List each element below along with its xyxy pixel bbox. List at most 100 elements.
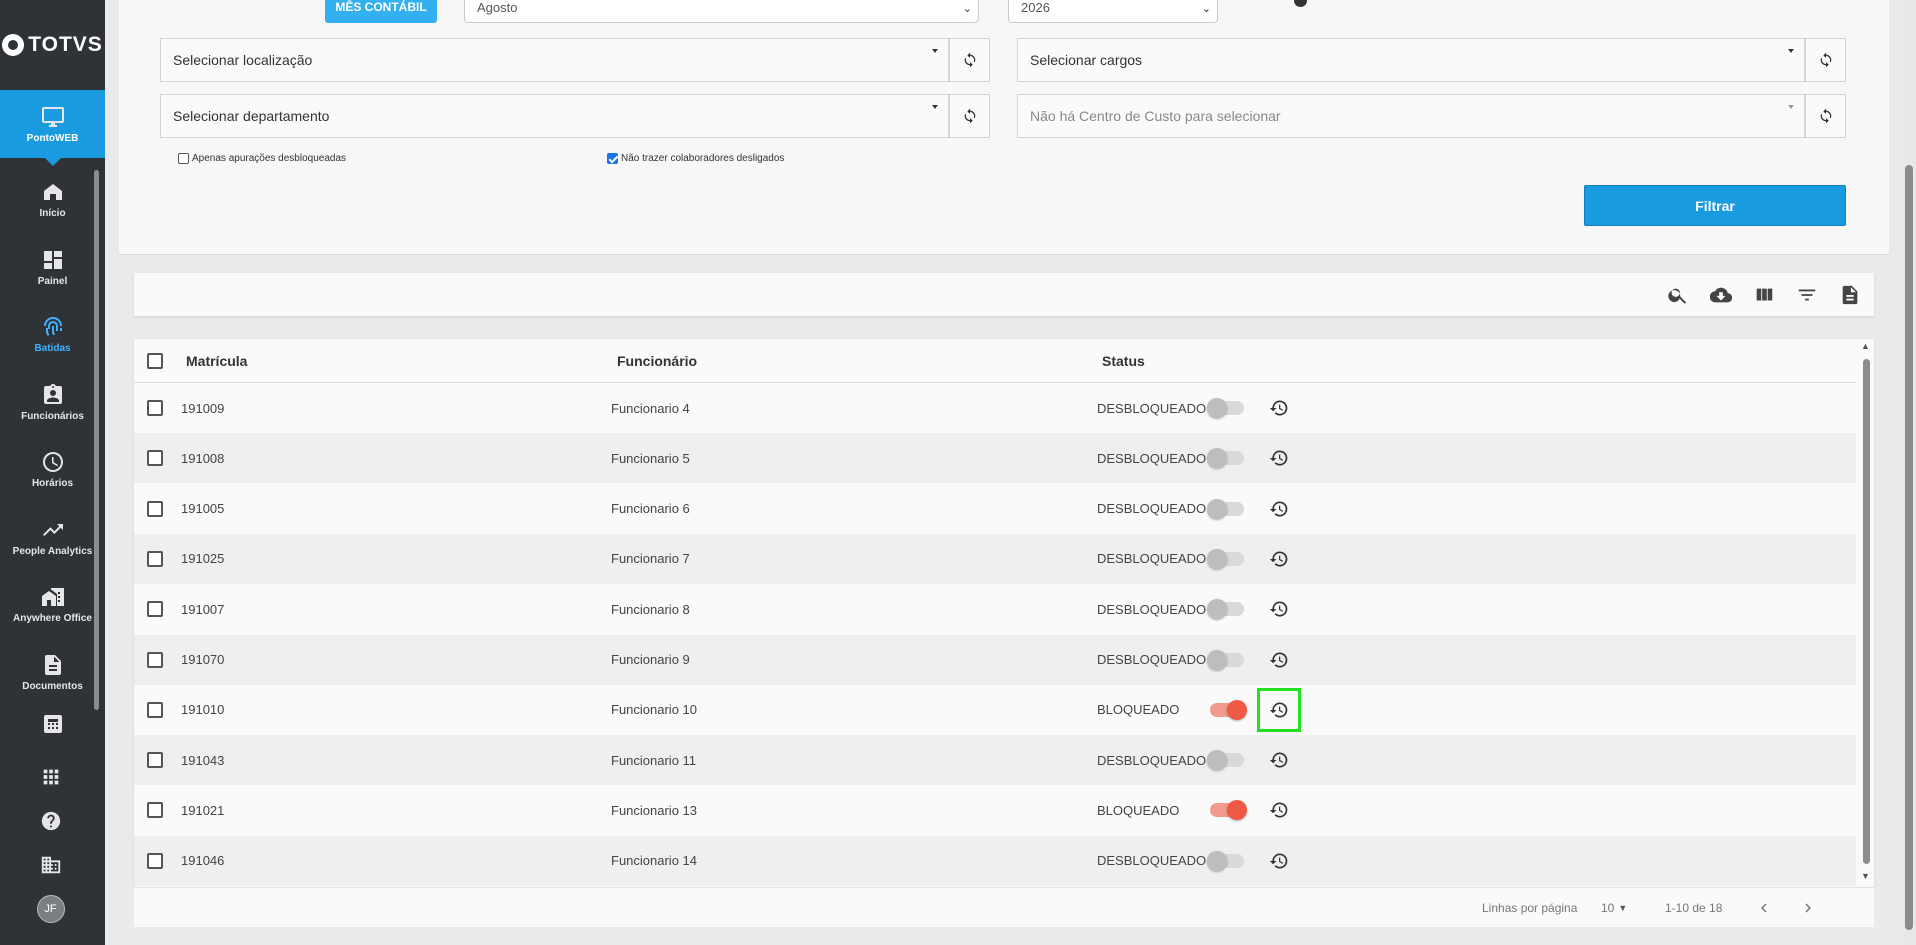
lock-toggle[interactable]	[1207, 548, 1244, 569]
header-matricula[interactable]: Matrícula	[186, 339, 247, 382]
row-checkbox[interactable]	[147, 500, 163, 517]
table-row[interactable]: 191070 Funcionario 9 DESBLOQUEADO	[134, 634, 1856, 685]
table-row[interactable]: 191043 Funcionario 11 DESBLOQUEADO	[134, 735, 1856, 786]
refresh-icon	[1820, 52, 1831, 68]
history-button[interactable]	[1268, 397, 1290, 419]
company-button[interactable]	[0, 843, 105, 887]
sidebar-item-funcionarios[interactable]: Funcionários	[0, 369, 105, 437]
localizacao-select[interactable]: Selecionar localização	[160, 38, 949, 82]
departamento-select[interactable]: Selecionar departamento	[160, 94, 949, 138]
lock-toggle[interactable]	[1210, 800, 1247, 821]
scroll-down-icon[interactable]: ▼	[1861, 871, 1870, 881]
row-checkbox[interactable]	[147, 701, 163, 718]
lock-toggle[interactable]	[1207, 750, 1244, 771]
help-button[interactable]	[0, 799, 105, 843]
page-scrollbar-thumb[interactable]	[1905, 165, 1913, 930]
sidebar-item-people-analytics[interactable]: People Analytics	[0, 504, 105, 572]
row-checkbox[interactable]	[147, 550, 163, 567]
centro-custo-select[interactable]: Não há Centro de Custo para selecionar	[1017, 94, 1805, 138]
history-button[interactable]	[1257, 687, 1301, 732]
employees-table: Matrícula Funcionário Status 191009 Funci…	[134, 339, 1874, 887]
row-checkbox[interactable]	[147, 651, 163, 668]
calculator-icon	[43, 715, 62, 733]
sidebar-scrollbar[interactable]	[94, 170, 99, 710]
history-button[interactable]	[1268, 799, 1290, 821]
history-button[interactable]	[1268, 598, 1290, 620]
sidebar-item-horarios[interactable]: Horários	[0, 436, 105, 504]
page-scrollbar[interactable]	[1902, 0, 1916, 945]
table-row[interactable]: 191021 Funcionario 13 BLOQUEADO	[134, 785, 1856, 835]
search-icon	[1668, 288, 1687, 304]
search-button[interactable]	[1667, 284, 1689, 306]
history-button[interactable]	[1268, 850, 1290, 872]
exclude-dismissed-checkbox[interactable]	[607, 153, 618, 164]
row-checkbox[interactable]	[147, 752, 163, 769]
lock-toggle[interactable]	[1207, 498, 1244, 519]
month-select[interactable]: Agosto ⌄	[464, 0, 979, 23]
sidebar-item-batidas[interactable]: Batidas	[0, 301, 105, 369]
history-button[interactable]	[1268, 749, 1290, 771]
filter-button[interactable]: Filtrar	[1584, 185, 1846, 226]
mes-contabil-button[interactable]: MÊS CONTÁBIL	[325, 0, 437, 23]
funcionario-cell: Funcionario 8	[611, 601, 690, 617]
header-funcionario[interactable]: Funcionário	[617, 339, 697, 382]
history-button[interactable]	[1268, 447, 1290, 469]
cargos-select[interactable]: Selecionar cargos	[1017, 38, 1805, 82]
row-checkbox[interactable]	[147, 601, 163, 618]
chevron-down-icon: ⌄	[1201, 3, 1211, 15]
funcionario-cell: Funcionario 11	[611, 752, 697, 768]
sidebar-item-inicio[interactable]: Início	[0, 166, 105, 234]
sidebar-item-documentos[interactable]: Documentos	[0, 639, 105, 707]
table-row[interactable]: 191007 Funcionario 8 DESBLOQUEADO	[134, 584, 1856, 634]
header-status[interactable]: Status	[1102, 339, 1145, 382]
table-scrollbar[interactable]: ▲ ▼	[1860, 341, 1872, 881]
refresh-centro-custo-button[interactable]	[1805, 94, 1846, 138]
exclude-dismissed-option[interactable]: Não trazer colaboradores desligados	[607, 153, 784, 164]
status-cell: DESBLOQUEADO	[1097, 652, 1207, 667]
apps-button[interactable]	[0, 755, 105, 799]
lock-toggle[interactable]	[1207, 649, 1244, 670]
lock-toggle[interactable]	[1207, 398, 1244, 418]
scroll-up-icon[interactable]: ▲	[1861, 341, 1870, 351]
table-row[interactable]: 191008 Funcionario 5 DESBLOQUEADO	[134, 433, 1856, 484]
history-button[interactable]	[1268, 548, 1290, 570]
row-checkbox[interactable]	[147, 802, 163, 819]
table-row[interactable]: 191046 Funcionario 14 DESBLOQUEADO	[134, 835, 1856, 886]
refresh-departamento-button[interactable]	[949, 94, 990, 138]
app-switch-pontoweb[interactable]: PontoWEB	[0, 90, 105, 166]
history-button[interactable]	[1268, 498, 1290, 520]
download-button[interactable]	[1709, 284, 1733, 306]
user-menu-button[interactable]: JF	[0, 887, 105, 931]
sidebar-item-painel[interactable]: Painel	[0, 234, 105, 302]
row-checkbox[interactable]	[147, 400, 163, 416]
year-select[interactable]: 2026 ⌄	[1008, 0, 1218, 23]
sidebar-item-more[interactable]	[0, 706, 105, 746]
sidebar-item-anywhere-office[interactable]: Anywhere Office	[0, 571, 105, 639]
info-icon[interactable]	[1294, 0, 1307, 7]
table-row[interactable]: 191025 Funcionario 7 DESBLOQUEADO	[134, 533, 1856, 584]
row-select-cell	[147, 383, 163, 433]
status-cell: DESBLOQUEADO	[1097, 601, 1207, 617]
row-checkbox[interactable]	[147, 852, 163, 869]
filter-list-button[interactable]	[1796, 284, 1818, 306]
next-page-button[interactable]	[1799, 888, 1817, 928]
columns-button[interactable]	[1753, 284, 1775, 306]
table-row[interactable]: 191005 Funcionario 6 DESBLOQUEADO	[134, 484, 1856, 534]
refresh-localizacao-button[interactable]	[949, 38, 990, 82]
lock-toggle[interactable]	[1210, 699, 1247, 720]
row-checkbox[interactable]	[147, 450, 163, 467]
only-unlocked-option[interactable]: Apenas apurações desbloqueadas	[178, 153, 346, 164]
report-button[interactable]	[1839, 284, 1861, 306]
previous-page-button[interactable]	[1755, 888, 1773, 928]
rows-per-page-select[interactable]: 10 ▼	[1601, 888, 1627, 928]
select-all-checkbox[interactable]	[147, 352, 163, 369]
table-row[interactable]: 191010 Funcionario 10 BLOQUEADO	[134, 685, 1856, 735]
lock-toggle[interactable]	[1207, 448, 1244, 469]
history-button[interactable]	[1268, 649, 1290, 671]
table-scrollbar-thumb[interactable]	[1863, 359, 1870, 864]
lock-toggle[interactable]	[1207, 599, 1244, 620]
refresh-cargos-button[interactable]	[1805, 38, 1846, 82]
only-unlocked-checkbox[interactable]	[178, 153, 189, 164]
lock-toggle[interactable]	[1207, 850, 1244, 871]
table-row[interactable]: 191009 Funcionario 4 DESBLOQUEADO	[134, 383, 1856, 433]
